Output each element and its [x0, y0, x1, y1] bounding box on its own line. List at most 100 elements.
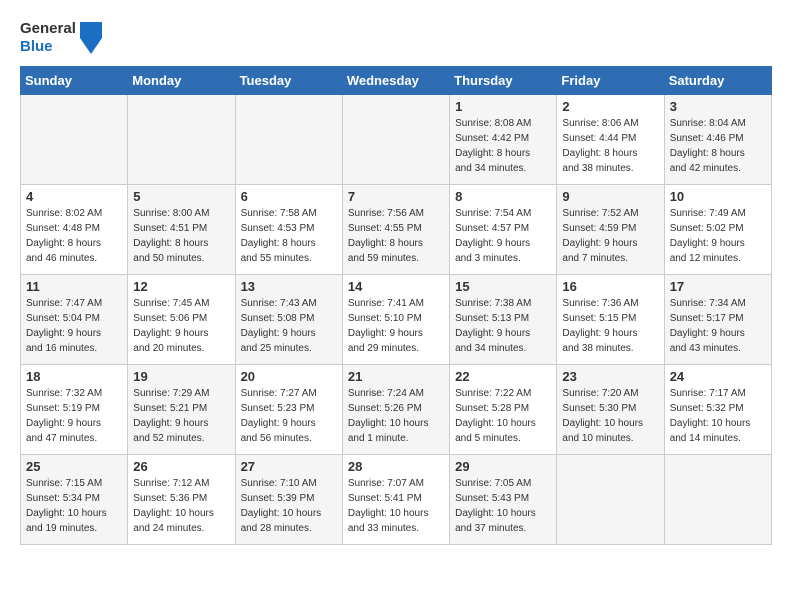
day-number: 12 — [133, 279, 229, 294]
day-cell: 24 Sunrise: 7:17 AM Sunset: 5:32 PM Dayli… — [664, 365, 771, 455]
day-info: Sunrise: 7:38 AM Sunset: 5:13 PM Dayligh… — [455, 296, 551, 356]
logo-blue-text: Blue — [20, 38, 76, 56]
day-cell: 1 Sunrise: 8:08 AM Sunset: 4:42 PM Daylig… — [450, 95, 557, 185]
day-info: Sunrise: 7:20 AM Sunset: 5:30 PM Dayligh… — [562, 386, 658, 446]
day-number: 11 — [26, 279, 122, 294]
column-header-tuesday: Tuesday — [235, 67, 342, 95]
day-cell — [235, 95, 342, 185]
day-cell: 20 Sunrise: 7:27 AM Sunset: 5:23 PM Dayli… — [235, 365, 342, 455]
day-cell: 2 Sunrise: 8:06 AM Sunset: 4:44 PM Daylig… — [557, 95, 664, 185]
day-cell — [557, 455, 664, 545]
day-cell: 8 Sunrise: 7:54 AM Sunset: 4:57 PM Daylig… — [450, 185, 557, 275]
day-cell — [342, 95, 449, 185]
day-cell: 15 Sunrise: 7:38 AM Sunset: 5:13 PM Dayli… — [450, 275, 557, 365]
day-number: 25 — [26, 459, 122, 474]
day-cell: 23 Sunrise: 7:20 AM Sunset: 5:30 PM Dayli… — [557, 365, 664, 455]
day-cell: 10 Sunrise: 7:49 AM Sunset: 5:02 PM Dayli… — [664, 185, 771, 275]
day-number: 19 — [133, 369, 229, 384]
day-cell: 11Sunrise: 7:47 AM Sunset: 5:04 PM Dayli… — [21, 275, 128, 365]
day-cell: 17 Sunrise: 7:34 AM Sunset: 5:17 PM Dayli… — [664, 275, 771, 365]
day-info: Sunrise: 7:32 AM Sunset: 5:19 PM Dayligh… — [26, 386, 122, 446]
day-cell — [128, 95, 235, 185]
day-number: 1 — [455, 99, 551, 114]
day-cell: 25 Sunrise: 7:15 AM Sunset: 5:34 PM Dayli… — [21, 455, 128, 545]
day-number: 10 — [670, 189, 766, 204]
day-number: 8 — [455, 189, 551, 204]
day-info: Sunrise: 8:08 AM Sunset: 4:42 PM Dayligh… — [455, 116, 551, 176]
day-cell: 5 Sunrise: 8:00 AM Sunset: 4:51 PM Daylig… — [128, 185, 235, 275]
day-number: 18 — [26, 369, 122, 384]
day-number: 16 — [562, 279, 658, 294]
day-info: Sunrise: 7:15 AM Sunset: 5:34 PM Dayligh… — [26, 476, 122, 536]
day-number: 7 — [348, 189, 444, 204]
day-number: 14 — [348, 279, 444, 294]
column-header-sunday: Sunday — [21, 67, 128, 95]
day-cell — [21, 95, 128, 185]
column-header-thursday: Thursday — [450, 67, 557, 95]
day-info: Sunrise: 7:52 AM Sunset: 4:59 PM Dayligh… — [562, 206, 658, 266]
day-cell: 6 Sunrise: 7:58 AM Sunset: 4:53 PM Daylig… — [235, 185, 342, 275]
day-info: Sunrise: 8:04 AM Sunset: 4:46 PM Dayligh… — [670, 116, 766, 176]
day-number: 20 — [241, 369, 337, 384]
day-info: Sunrise: 7:34 AM Sunset: 5:17 PM Dayligh… — [670, 296, 766, 356]
day-cell: 18 Sunrise: 7:32 AM Sunset: 5:19 PM Dayli… — [21, 365, 128, 455]
day-number: 22 — [455, 369, 551, 384]
day-number: 13 — [241, 279, 337, 294]
day-number: 24 — [670, 369, 766, 384]
day-cell: 21Sunrise: 7:24 AM Sunset: 5:26 PM Dayli… — [342, 365, 449, 455]
day-number: 28 — [348, 459, 444, 474]
day-info: Sunrise: 7:49 AM Sunset: 5:02 PM Dayligh… — [670, 206, 766, 266]
day-number: 27 — [241, 459, 337, 474]
day-info: Sunrise: 7:56 AM Sunset: 4:55 PM Dayligh… — [348, 206, 444, 266]
day-cell: 19 Sunrise: 7:29 AM Sunset: 5:21 PM Dayli… — [128, 365, 235, 455]
day-number: 6 — [241, 189, 337, 204]
day-number: 5 — [133, 189, 229, 204]
day-info: Sunrise: 7:07 AM Sunset: 5:41 PM Dayligh… — [348, 476, 444, 536]
day-cell: 29Sunrise: 7:05 AM Sunset: 5:43 PM Dayli… — [450, 455, 557, 545]
day-number: 3 — [670, 99, 766, 114]
day-info: Sunrise: 7:45 AM Sunset: 5:06 PM Dayligh… — [133, 296, 229, 356]
day-info: Sunrise: 7:10 AM Sunset: 5:39 PM Dayligh… — [241, 476, 337, 536]
logo: General Blue General Blue — [20, 20, 102, 56]
day-cell: 13 Sunrise: 7:43 AM Sunset: 5:08 PM Dayli… — [235, 275, 342, 365]
day-info: Sunrise: 8:02 AM Sunset: 4:48 PM Dayligh… — [26, 206, 122, 266]
day-cell — [664, 455, 771, 545]
week-row-3: 11Sunrise: 7:47 AM Sunset: 5:04 PM Dayli… — [21, 275, 772, 365]
header-row: SundayMondayTuesdayWednesdayThursdayFrid… — [21, 67, 772, 95]
day-info: Sunrise: 8:06 AM Sunset: 4:44 PM Dayligh… — [562, 116, 658, 176]
column-header-wednesday: Wednesday — [342, 67, 449, 95]
day-number: 29 — [455, 459, 551, 474]
day-number: 21 — [348, 369, 444, 384]
day-number: 2 — [562, 99, 658, 114]
day-info: Sunrise: 7:22 AM Sunset: 5:28 PM Dayligh… — [455, 386, 551, 446]
day-info: Sunrise: 7:17 AM Sunset: 5:32 PM Dayligh… — [670, 386, 766, 446]
day-cell: 3 Sunrise: 8:04 AM Sunset: 4:46 PM Daylig… — [664, 95, 771, 185]
day-number: 9 — [562, 189, 658, 204]
day-info: Sunrise: 7:43 AM Sunset: 5:08 PM Dayligh… — [241, 296, 337, 356]
day-number: 23 — [562, 369, 658, 384]
day-number: 17 — [670, 279, 766, 294]
logo-arrow-icon — [80, 22, 102, 54]
column-header-friday: Friday — [557, 67, 664, 95]
day-info: Sunrise: 7:54 AM Sunset: 4:57 PM Dayligh… — [455, 206, 551, 266]
day-number: 4 — [26, 189, 122, 204]
day-cell: 7 Sunrise: 7:56 AM Sunset: 4:55 PM Daylig… — [342, 185, 449, 275]
column-header-saturday: Saturday — [664, 67, 771, 95]
day-cell: 16 Sunrise: 7:36 AM Sunset: 5:15 PM Dayli… — [557, 275, 664, 365]
week-row-4: 18 Sunrise: 7:32 AM Sunset: 5:19 PM Dayli… — [21, 365, 772, 455]
day-cell: 22 Sunrise: 7:22 AM Sunset: 5:28 PM Dayli… — [450, 365, 557, 455]
day-info: Sunrise: 7:36 AM Sunset: 5:15 PM Dayligh… — [562, 296, 658, 356]
week-row-5: 25 Sunrise: 7:15 AM Sunset: 5:34 PM Dayli… — [21, 455, 772, 545]
day-info: Sunrise: 7:41 AM Sunset: 5:10 PM Dayligh… — [348, 296, 444, 356]
day-cell: 9 Sunrise: 7:52 AM Sunset: 4:59 PM Daylig… — [557, 185, 664, 275]
day-info: Sunrise: 7:29 AM Sunset: 5:21 PM Dayligh… — [133, 386, 229, 446]
day-info: Sunrise: 7:27 AM Sunset: 5:23 PM Dayligh… — [241, 386, 337, 446]
day-cell: 26Sunrise: 7:12 AM Sunset: 5:36 PM Dayli… — [128, 455, 235, 545]
day-info: Sunrise: 7:58 AM Sunset: 4:53 PM Dayligh… — [241, 206, 337, 266]
day-number: 26 — [133, 459, 229, 474]
column-header-monday: Monday — [128, 67, 235, 95]
day-cell: 28 Sunrise: 7:07 AM Sunset: 5:41 PM Dayli… — [342, 455, 449, 545]
day-info: Sunrise: 8:00 AM Sunset: 4:51 PM Dayligh… — [133, 206, 229, 266]
day-number: 15 — [455, 279, 551, 294]
calendar-table: SundayMondayTuesdayWednesdayThursdayFrid… — [20, 66, 772, 545]
